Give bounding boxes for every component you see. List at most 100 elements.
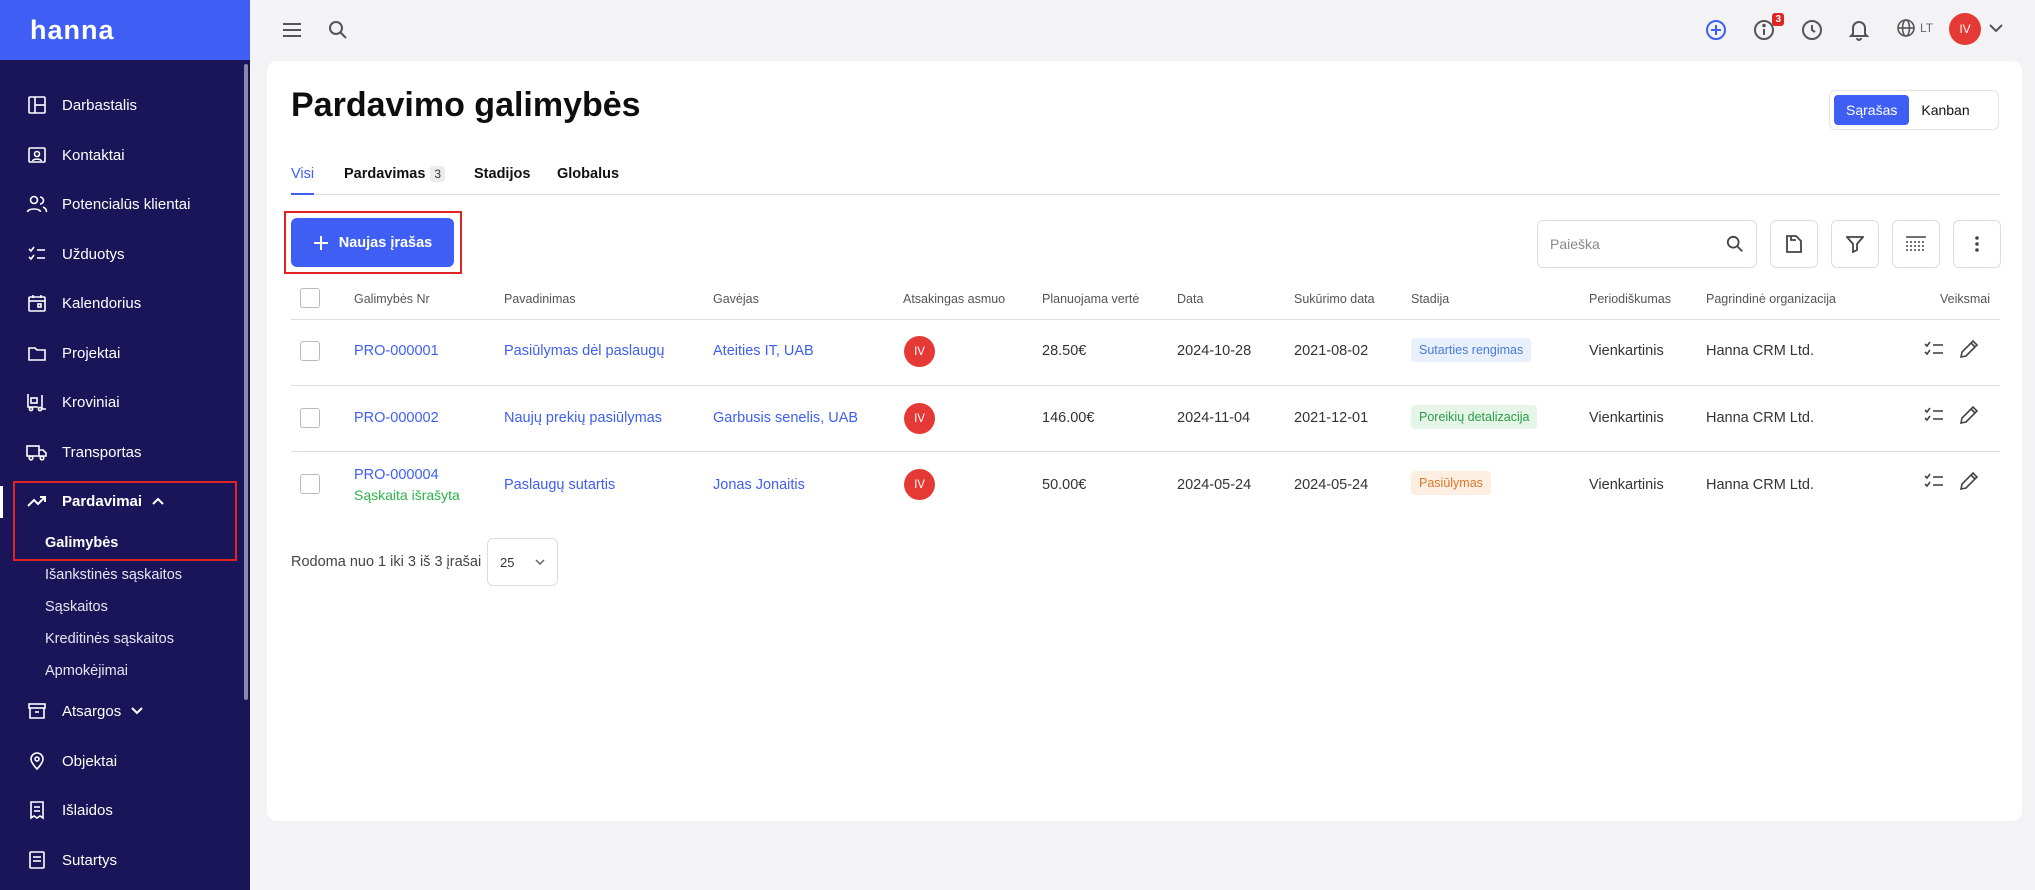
select-all-checkbox[interactable] xyxy=(300,288,320,308)
sidebar-subitem-apmokejimai[interactable]: Apmokėjimai xyxy=(45,663,128,679)
sidebar-item-sutartys[interactable]: Sutartys xyxy=(0,838,244,882)
clock-icon[interactable] xyxy=(1800,18,1824,42)
calendar-icon xyxy=(26,292,48,314)
date: 2024-10-28 xyxy=(1177,343,1252,359)
sidebar-item-label: Kalendorius xyxy=(62,294,142,312)
search-icon[interactable] xyxy=(326,18,350,42)
date: 2024-05-24 xyxy=(1177,477,1252,493)
edit-pencil-icon[interactable] xyxy=(1958,338,1980,360)
chevron-down-icon[interactable] xyxy=(1989,24,2003,33)
column-header[interactable]: Atsakingas asmuo xyxy=(903,292,1005,306)
chevron-down-icon xyxy=(131,707,143,715)
row-checkbox[interactable] xyxy=(300,341,320,361)
checklist-icon xyxy=(26,243,48,265)
bell-icon[interactable] xyxy=(1847,18,1871,42)
opportunity-title-link[interactable]: Pasiūlymas dėl paslaugų xyxy=(504,343,664,359)
task-list-icon[interactable] xyxy=(1923,338,1945,360)
column-header[interactable]: Data xyxy=(1177,292,1203,306)
sidebar-item-potencialus-klientai[interactable]: Potencialūs klientai xyxy=(0,182,244,226)
list-view-button[interactable]: Sąrašas xyxy=(1834,95,1910,125)
sidebar-item-islaidos[interactable]: Išlaidos xyxy=(0,788,244,832)
column-header[interactable]: Gavėjas xyxy=(713,292,759,306)
sidebar-item-kalendorius[interactable]: Kalendorius xyxy=(0,281,244,325)
user-avatar[interactable]: IV xyxy=(1949,13,1981,45)
search-input[interactable] xyxy=(1550,236,1710,252)
status-badge: Sutarties rengimas xyxy=(1411,338,1532,362)
column-header[interactable]: Pagrindinė organizacija xyxy=(1706,292,1836,306)
status-badge: Poreikių detalizacija xyxy=(1411,405,1538,429)
sidebar-item-kontaktai[interactable]: Kontaktai xyxy=(0,133,244,177)
avatar[interactable]: IV xyxy=(904,336,935,367)
columns-button[interactable] xyxy=(1892,220,1940,268)
avatar[interactable]: IV xyxy=(904,403,935,434)
opportunity-number-link[interactable]: PRO-000004 xyxy=(354,467,439,483)
column-header[interactable]: Planuojama vertė xyxy=(1042,292,1139,306)
app-logo[interactable]: hanna xyxy=(0,0,250,60)
search-icon[interactable] xyxy=(1726,235,1744,253)
notification-badge: 3 xyxy=(1772,13,1784,26)
column-header[interactable]: Sukūrimo data xyxy=(1294,292,1375,306)
opportunity-title-link[interactable]: Naujų prekių pasiūlymas xyxy=(504,410,662,426)
sidebar-scrollbar[interactable] xyxy=(244,64,248,700)
invoice-status-text: Sąskaita išrašyta xyxy=(354,487,460,503)
language-selector[interactable]: LT xyxy=(1896,18,1933,38)
recipient-link[interactable]: Ateities IT, UAB xyxy=(713,343,814,359)
archive-box-icon xyxy=(26,700,48,722)
row-checkbox[interactable] xyxy=(300,474,320,494)
opportunity-title-link[interactable]: Paslaugų sutartis xyxy=(504,477,615,493)
column-header[interactable]: Pavadinimas xyxy=(504,292,576,306)
new-record-button[interactable]: Naujas įrašas xyxy=(291,218,454,267)
filter-button[interactable] xyxy=(1831,220,1879,268)
tab-stadijos[interactable]: Stadijos xyxy=(474,166,530,182)
task-list-icon[interactable] xyxy=(1923,470,1945,492)
sidebar-item-darbastalis[interactable]: Darbastalis xyxy=(0,83,244,127)
recipient-link[interactable]: Jonas Jonaitis xyxy=(713,477,805,493)
sidebar-item-label: Kroviniai xyxy=(62,393,120,411)
sidebar-item-kroviniai[interactable]: Kroviniai xyxy=(0,380,244,424)
tab-label: Stadijos xyxy=(474,166,531,182)
more-options-button[interactable] xyxy=(1953,220,2001,268)
organization: Hanna CRM Ltd. xyxy=(1706,343,1814,359)
truck-icon xyxy=(26,441,48,463)
kanban-view-button[interactable]: Kanban xyxy=(1909,95,1981,125)
sidebar-item-projektai[interactable]: Projektai xyxy=(0,331,244,375)
sidebar-item-label: Atsargos xyxy=(62,702,122,720)
tab-pardavimas[interactable]: Pardavimas 3 xyxy=(344,166,446,182)
column-header[interactable]: Galimybės Nr xyxy=(354,292,430,306)
sidebar-subitem-isankstines-saskaitos[interactable]: Išankstinės sąskaitos xyxy=(45,567,182,583)
sidebar-item-transportas[interactable]: Transportas xyxy=(0,430,244,474)
task-list-icon[interactable] xyxy=(1923,404,1945,426)
sidebar: hanna Darbastalis Kontaktai Potencialūs … xyxy=(0,0,250,890)
edit-pencil-icon[interactable] xyxy=(1958,470,1980,492)
export-button[interactable] xyxy=(1770,220,1818,268)
tab-globalus[interactable]: Globalus xyxy=(557,166,619,182)
columns-icon xyxy=(1905,235,1927,253)
sidebar-item-atsargos[interactable]: Atsargos xyxy=(0,689,244,733)
edit-pencil-icon[interactable] xyxy=(1958,404,1980,426)
language-label: LT xyxy=(1920,21,1934,35)
add-circle-icon[interactable] xyxy=(1704,18,1728,42)
sidebar-item-uzduotys[interactable]: Užduotys xyxy=(0,232,244,276)
divider xyxy=(291,385,2000,386)
recipient-link[interactable]: Garbusis senelis, UAB xyxy=(713,410,858,426)
row-checkbox[interactable] xyxy=(300,408,320,428)
sidebar-item-label: Projektai xyxy=(62,344,121,362)
sidebar-item-label: Išlaidos xyxy=(62,801,113,819)
sidebar-subitem-kreditines-saskaitos[interactable]: Kreditinės sąskaitos xyxy=(45,631,174,647)
tabs: Visi Pardavimas 3 Stadijos Globalus xyxy=(291,160,2000,195)
sidebar-item-objektai[interactable]: Objektai xyxy=(0,739,244,783)
opportunity-number-link[interactable]: PRO-000002 xyxy=(354,410,439,426)
divider xyxy=(291,319,2000,320)
opportunity-number-link[interactable]: PRO-000001 xyxy=(354,343,439,359)
column-header[interactable]: Periodiškumas xyxy=(1589,292,1671,306)
sidebar-item-label: Sutartys xyxy=(62,851,118,869)
tab-visi[interactable]: Visi xyxy=(291,166,315,195)
column-header: Veiksmai xyxy=(1940,292,1991,306)
avatar[interactable]: IV xyxy=(904,469,935,500)
sidebar-subitem-galimybes[interactable]: Galimybės xyxy=(45,535,118,551)
per-page-select[interactable]: 25 xyxy=(487,538,558,586)
column-header[interactable]: Stadija xyxy=(1411,292,1449,306)
menu-icon[interactable] xyxy=(280,18,304,42)
sidebar-subitem-saskaitos[interactable]: Sąskaitos xyxy=(45,599,108,615)
info-icon[interactable]: 3 xyxy=(1752,13,1784,42)
